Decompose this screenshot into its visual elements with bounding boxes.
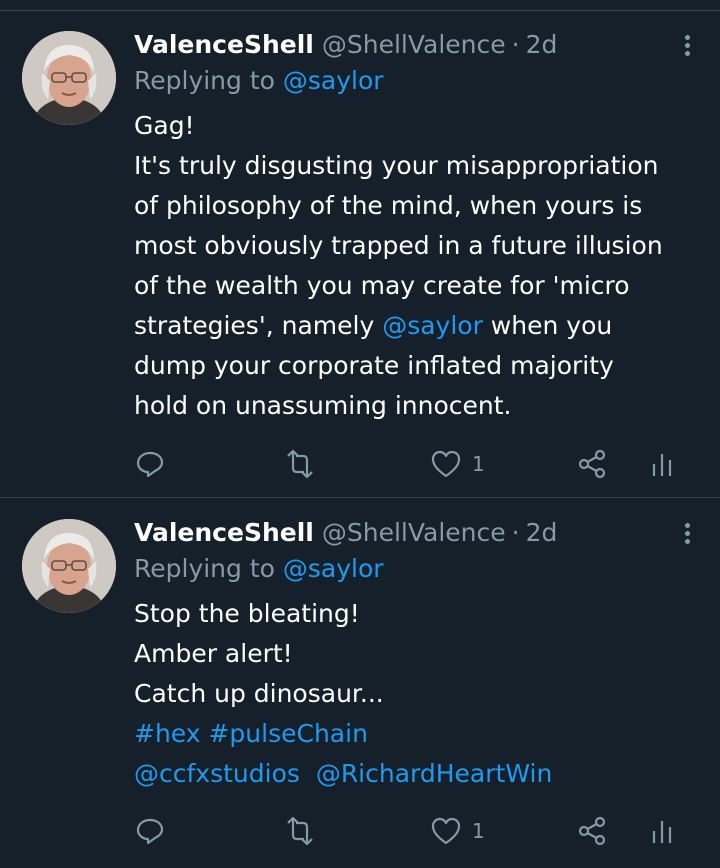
- text-line: most obviously trapped in a future illus…: [134, 231, 663, 260]
- tweet-text: Gag! It's truly disgusting your misappro…: [134, 106, 700, 426]
- tweet[interactable]: ValenceShell @ShellValence · 2d Replying…: [0, 499, 720, 868]
- action-bar: 1: [134, 446, 680, 482]
- share-button[interactable]: [576, 813, 608, 849]
- text-line: It's truly disgusting your misappropriat…: [134, 151, 659, 180]
- inline-mention[interactable]: @ccfxstudios: [134, 759, 300, 788]
- reply-button[interactable]: [134, 446, 166, 482]
- like-button[interactable]: 1: [430, 813, 485, 849]
- action-bar: 1: [134, 813, 680, 849]
- more-icon[interactable]: [682, 32, 692, 62]
- text-line: Stop the bleating!: [134, 599, 360, 628]
- like-count: 1: [472, 819, 485, 843]
- tweet[interactable]: ValenceShell @ShellValence · 2d Replying…: [0, 0, 720, 498]
- inline-mention[interactable]: @saylor: [382, 311, 483, 340]
- tweet-feed: ValenceShell @ShellValence · 2d Replying…: [0, 0, 720, 868]
- more-icon[interactable]: [682, 520, 692, 550]
- separator: ·: [511, 518, 520, 547]
- like-count: 1: [472, 452, 485, 476]
- display-name[interactable]: ValenceShell: [134, 28, 314, 62]
- text-line: Gag!: [134, 111, 195, 140]
- separator: ·: [511, 30, 520, 59]
- text-line: Amber alert!: [134, 639, 293, 668]
- avatar[interactable]: [22, 31, 116, 125]
- retweet-button[interactable]: [282, 813, 318, 849]
- retweet-icon: [287, 449, 313, 479]
- avatar-image: [22, 31, 116, 125]
- handle[interactable]: @ShellValence: [322, 28, 506, 62]
- share-icon: [578, 449, 606, 479]
- reply-mention[interactable]: @saylor: [283, 554, 384, 583]
- avatar-image: [22, 519, 116, 613]
- handle[interactable]: @ShellValence: [322, 516, 506, 550]
- tweet-content: ValenceShell @ShellValence · 2d Replying…: [134, 516, 700, 794]
- analytics-icon: [652, 821, 672, 843]
- analytics-button[interactable]: [650, 813, 674, 849]
- tweet-content: ValenceShell @ShellValence · 2d Replying…: [134, 28, 700, 426]
- reply-button[interactable]: [134, 813, 166, 849]
- reply-mention[interactable]: @saylor: [283, 66, 384, 95]
- text-line: dump your corporate inflated majority: [134, 351, 614, 380]
- retweet-button[interactable]: [282, 446, 318, 482]
- avatar[interactable]: [22, 519, 116, 613]
- like-icon: [431, 817, 461, 845]
- text-fragment: strategies', namely: [134, 311, 383, 340]
- replying-to: Replying to @saylor: [134, 62, 700, 100]
- analytics-icon: [652, 454, 672, 476]
- mention-line: @ccfxstudios @RichardHeartWin: [134, 754, 700, 794]
- replying-to: Replying to @saylor: [134, 550, 700, 588]
- like-button[interactable]: 1: [430, 446, 485, 482]
- text-line: Catch up dinosaur...: [134, 679, 384, 708]
- display-name[interactable]: ValenceShell: [134, 516, 314, 550]
- text-line: of philosophy of the mind, when yours is: [134, 191, 643, 220]
- reply-prefix: Replying to: [134, 554, 275, 583]
- inline-mention[interactable]: @RichardHeartWin: [316, 759, 552, 788]
- reply-icon: [136, 818, 164, 845]
- share-icon: [578, 816, 606, 846]
- analytics-button[interactable]: [650, 446, 674, 482]
- text-line: of the wealth you may create for 'micro: [134, 271, 630, 300]
- reply-icon: [136, 451, 164, 478]
- hashtag[interactable]: #hex: [134, 719, 201, 748]
- like-icon: [431, 450, 461, 478]
- reply-prefix: Replying to: [134, 66, 275, 95]
- text-line: strategies', namely @saylor when you: [134, 306, 700, 346]
- text-fragment: when you: [482, 311, 613, 340]
- retweet-icon: [287, 816, 313, 846]
- text-line: hold on unassuming innocent.: [134, 391, 512, 420]
- share-button[interactable]: [576, 446, 608, 482]
- hashtag[interactable]: #pulseChain: [208, 719, 367, 748]
- tweet-header: ValenceShell @ShellValence · 2d: [134, 516, 700, 550]
- timestamp[interactable]: 2d: [526, 516, 558, 550]
- tweet-text: Stop the bleating! Amber alert! Catch up…: [134, 594, 700, 794]
- tweet-header: ValenceShell @ShellValence · 2d: [134, 28, 700, 62]
- timestamp[interactable]: 2d: [526, 28, 558, 62]
- hashtag-line: #hex #pulseChain: [134, 714, 700, 754]
